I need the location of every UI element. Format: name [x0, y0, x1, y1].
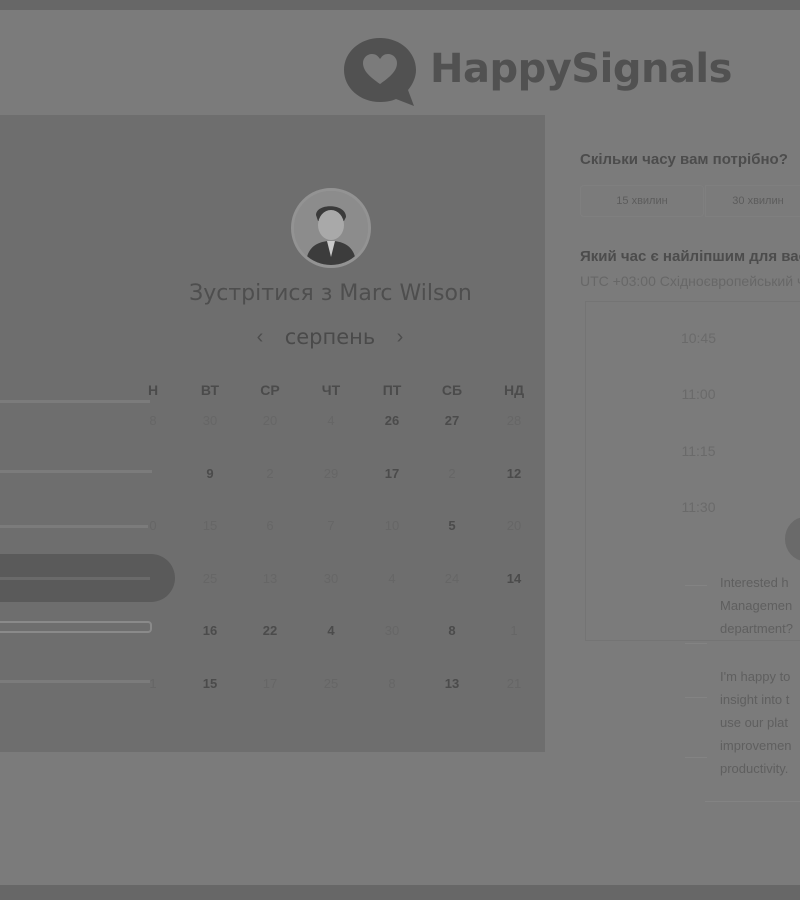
time-slot[interactable]: 11:00 [616, 386, 781, 402]
calendar-day[interactable]: 9 [190, 466, 230, 481]
slot-divider [0, 680, 150, 683]
chevron-left-icon[interactable]: ‹ [250, 326, 270, 349]
calendar-day[interactable]: 13 [432, 676, 472, 691]
description-line: Interested h [720, 575, 789, 590]
calendar-day: 13 [262, 571, 278, 586]
calendar-day[interactable]: 12 [494, 466, 534, 481]
calendar-day[interactable]: 15 [190, 676, 230, 691]
calendar-day: 25 [323, 676, 339, 691]
slot-divider [0, 525, 148, 528]
calendar-day: 20 [262, 413, 278, 428]
bottom-bar [0, 885, 800, 900]
duration-question: Скільки часу вам потрібно? [580, 151, 788, 168]
time-question: Який час є найліпшим для вас? [580, 248, 800, 265]
divider [685, 643, 707, 644]
time-slot[interactable]: 11:15 [616, 443, 781, 459]
calendar-day: 30 [202, 413, 218, 428]
calendar-day: 20 [506, 518, 522, 533]
calendar-day: 30 [323, 571, 339, 586]
chevron-right-icon[interactable]: › [390, 326, 410, 349]
weekday-header: ЧТ [321, 382, 341, 398]
options-panel: Скільки часу вам потрібно? 15 хвилин 30 … [545, 115, 800, 885]
top-bar [0, 0, 800, 10]
calendar-day: 21 [506, 676, 522, 691]
weekday-header: СБ [441, 382, 463, 398]
calendar-day: 25 [202, 571, 218, 586]
calendar-day[interactable]: 26 [372, 413, 412, 428]
time-slot[interactable]: 10:45 [616, 330, 781, 346]
month-label: серпень [284, 325, 376, 349]
calendar-day: 10 [384, 518, 400, 533]
month-navigation: ‹ серпень › [250, 325, 410, 349]
card-edge [705, 801, 800, 802]
weekday-header: Н [147, 382, 159, 398]
weekday-header: НД [503, 382, 525, 398]
slot-divider [0, 577, 150, 580]
calendar-day[interactable]: 17 [372, 466, 412, 481]
slot-divider [0, 470, 152, 473]
calendar-day: 1 [149, 676, 157, 691]
calendar-day[interactable]: 4 [311, 623, 351, 638]
calendar-day[interactable]: 27 [432, 413, 472, 428]
calendar-day: 24 [444, 571, 460, 586]
calendar-day: 6 [266, 518, 274, 533]
calendar-day: 29 [323, 466, 339, 481]
calendar-day: 7 [327, 518, 335, 533]
calendar-day[interactable]: 5 [432, 518, 472, 533]
weekday-header: ВТ [200, 382, 220, 398]
person-icon [294, 191, 368, 265]
calendar-day[interactable]: 22 [250, 623, 290, 638]
host-avatar [291, 188, 371, 268]
duration-15-button[interactable]: 15 хвилин [580, 185, 704, 217]
divider [685, 585, 707, 586]
weekday-header: СР [260, 382, 280, 398]
calendar-day: 8 [388, 676, 396, 691]
duration-30-button[interactable]: 30 хвилин [705, 185, 800, 217]
description-line: insight into t [720, 692, 790, 707]
calendar-day[interactable]: 14 [494, 571, 534, 586]
calendar-day: 30 [384, 623, 400, 638]
calendar-day: 15 [202, 518, 218, 533]
calendar-day[interactable]: 8 [432, 623, 472, 638]
calendar-day: 28 [506, 413, 522, 428]
slot-field[interactable] [0, 621, 152, 633]
description-line: I'm happy to [720, 669, 791, 684]
happysignals-logo: HappySignals [340, 32, 732, 112]
description-line: productivity. [720, 761, 789, 776]
calendar-day: 8 [149, 413, 157, 428]
calendar-day: 4 [388, 571, 396, 586]
brand-name: HappySignals [430, 46, 732, 92]
calendar-day: 1 [510, 623, 518, 638]
divider [685, 757, 707, 758]
description-line: Managemen [720, 598, 793, 613]
calendar-day: 2 [448, 466, 456, 481]
calendar-day[interactable]: 16 [190, 623, 230, 638]
description-line: department? [720, 621, 793, 636]
description-line: use our plat [720, 715, 788, 730]
timezone-label[interactable]: UTC +03:00 Східноєвропейський час [580, 273, 800, 289]
calendar-day: 2 [266, 466, 274, 481]
calendar-day: 4 [327, 413, 335, 428]
calendar-panel: Зустрітися з Marc Wilson ‹ серпень › Н В… [0, 115, 545, 752]
scheduling-page: HappySignals Зустрітися з Marc Wilson ‹ … [0, 10, 800, 885]
divider [685, 697, 707, 698]
slot-divider [0, 400, 150, 403]
description-line: improvemen [720, 738, 792, 753]
calendar-day: 17 [262, 676, 278, 691]
heart-bubble-icon [344, 38, 416, 106]
weekday-header: ПТ [382, 382, 402, 398]
time-slot[interactable]: 11:30 [616, 499, 781, 515]
